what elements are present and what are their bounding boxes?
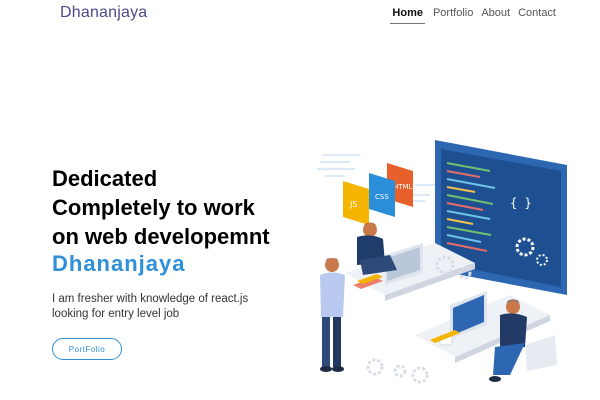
nav-home[interactable]: Home bbox=[390, 7, 425, 24]
brand-logo[interactable]: Dhananjaya bbox=[60, 4, 147, 22]
nav-links: Home Portfolio About Contact bbox=[390, 7, 556, 24]
navbar: Dhananjaya Home Portfolio About Contact bbox=[0, 0, 600, 30]
svg-text:CSS: CSS bbox=[375, 193, 389, 201]
svg-text:HTML: HTML bbox=[393, 183, 413, 191]
nav-contact[interactable]: Contact bbox=[518, 7, 556, 24]
js-badge: JS bbox=[343, 181, 369, 225]
monitor-braces: { } bbox=[510, 196, 532, 210]
portfolio-button[interactable]: PortFolio bbox=[52, 338, 122, 360]
nav-about[interactable]: About bbox=[481, 7, 510, 24]
hero-description: I am fresher with knowledge of react.js … bbox=[52, 292, 312, 322]
developer-standing bbox=[320, 257, 345, 372]
nav-portfolio[interactable]: Portfolio bbox=[433, 7, 473, 24]
description-line-2: looking for entry level job bbox=[52, 308, 180, 320]
developer-illustration: { } HTML CSS JS bbox=[317, 140, 567, 384]
svg-text:JS: JS bbox=[349, 200, 357, 209]
developer-seated-back bbox=[357, 222, 397, 275]
description-line-1: I am fresher with knowledge of react.js bbox=[52, 293, 249, 305]
